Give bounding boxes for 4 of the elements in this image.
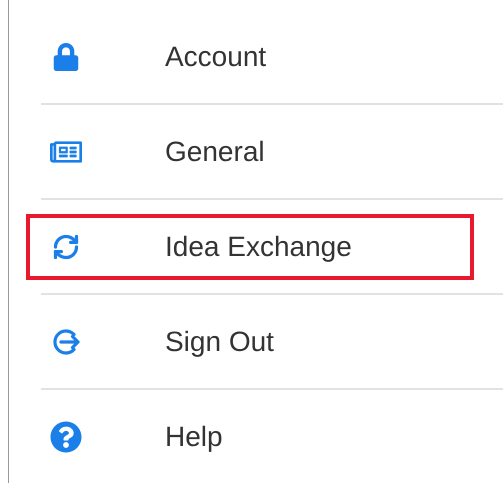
lock-icon bbox=[52, 42, 80, 70]
menu-item[interactable]: Idea Exchange bbox=[26, 214, 474, 280]
sync-icon bbox=[52, 232, 80, 260]
help-icon bbox=[50, 420, 82, 452]
